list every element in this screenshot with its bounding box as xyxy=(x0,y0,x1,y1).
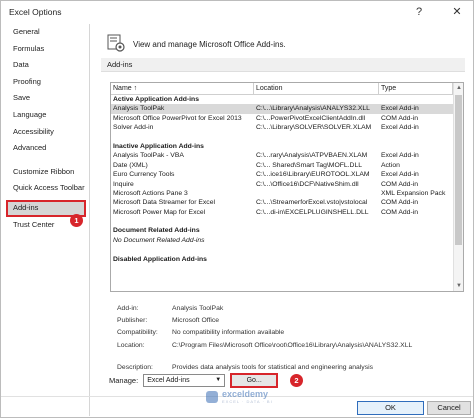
add-ins-table: Name ↑ Location Type Active Application … xyxy=(110,82,464,292)
close-icon[interactable]: ✕ xyxy=(451,5,463,19)
go-button[interactable]: Go... xyxy=(230,373,279,388)
table-row[interactable]: Microsoft Office PowerPivot for Excel 20… xyxy=(111,114,463,123)
header-text: View and manage Microsoft Office Add-ins… xyxy=(133,39,286,49)
title-bar: Excel Options ? ✕ xyxy=(1,1,473,23)
table-row[interactable]: Analysis ToolPak C:\...\Library\Analysis… xyxy=(111,104,463,114)
group-inactive: Inactive Application Add-ins xyxy=(113,142,204,150)
detail-value-compatibility: No compatibility information available xyxy=(172,329,285,337)
table-row[interactable]: Inquire C:\...\Office16\DCF\NativeShim.d… xyxy=(111,180,463,189)
list-item: No Document Related Add-ins xyxy=(113,236,205,244)
column-name[interactable]: Name ↑ xyxy=(111,83,254,94)
ok-button[interactable]: OK xyxy=(357,401,424,415)
table-header: Name ↑ Location Type xyxy=(111,83,463,95)
watermark-name: exceldemy xyxy=(222,389,269,399)
scroll-thumb[interactable] xyxy=(455,95,462,245)
detail-value-publisher: Microsoft Office xyxy=(172,317,220,325)
watermark-tagline: EXCEL · DATA · BI xyxy=(222,399,273,404)
add-in-details: Add-in: Analysis ToolPak Publisher: Micros… xyxy=(117,303,457,374)
table-row[interactable]: Microsoft Data Streamer for Excel C:\...… xyxy=(111,198,463,207)
chevron-down-icon: ▼ xyxy=(215,377,222,383)
cancel-button[interactable]: Cancel xyxy=(427,401,471,415)
sidebar-item-language[interactable]: Language xyxy=(3,107,89,124)
detail-label-publisher: Publisher: xyxy=(117,317,148,325)
manage-label: Manage: xyxy=(109,376,139,385)
manage-select[interactable]: Excel Add-ins ▼ xyxy=(143,374,226,387)
help-icon[interactable]: ? xyxy=(413,5,425,19)
sidebar-item-accessibility[interactable]: Accessibility xyxy=(3,124,89,141)
manage-row: Manage: Excel Add-ins ▼ Go... xyxy=(109,373,279,388)
group-active: Active Application Add-ins xyxy=(113,96,199,103)
table-row[interactable]: Analysis ToolPak - VBA C:\...rary\Analys… xyxy=(111,151,463,160)
step-badge-2: 2 xyxy=(290,374,303,387)
table-row[interactable]: Date (XML) C:\... Shared\Smart Tag\MOFL.… xyxy=(111,161,463,170)
detail-label-location: Location: xyxy=(117,341,145,349)
exceldemy-watermark: exceldemy EXCEL · DATA · BI xyxy=(206,389,273,404)
sidebar-item-quick-access-toolbar[interactable]: Quick Access Toolbar xyxy=(3,180,89,197)
detail-value-add-in: Analysis ToolPak xyxy=(172,305,224,312)
sidebar-item-save[interactable]: Save xyxy=(3,90,89,107)
section-title: Add-ins xyxy=(101,58,465,72)
column-type[interactable]: Type xyxy=(379,83,453,94)
detail-label-add-in: Add-in: xyxy=(117,305,139,312)
table-row[interactable]: Microsoft Actions Pane 3 XML Expansion P… xyxy=(111,189,463,198)
sidebar-item-advanced[interactable]: Advanced xyxy=(3,140,89,157)
add-ins-panel: View and manage Microsoft Office Add-ins… xyxy=(101,24,467,394)
sidebar-item-proofing[interactable]: Proofing xyxy=(3,74,89,91)
add-ins-icon xyxy=(107,34,125,54)
excel-options-dialog: Excel Options ? ✕ General Formulas Data … xyxy=(0,0,474,418)
column-location[interactable]: Location xyxy=(254,83,379,94)
exceldemy-logo-icon xyxy=(206,390,218,403)
dialog-title: Excel Options xyxy=(9,7,62,17)
table-row[interactable]: Solver Add-in C:\...\Library\SOLVER\SOLV… xyxy=(111,123,463,132)
group-document: Document Related Add-ins xyxy=(113,227,200,235)
table-row[interactable]: Euro Currency Tools C:\...ice16\Library\… xyxy=(111,170,463,179)
sidebar-item-formulas[interactable]: Formulas xyxy=(3,41,89,58)
scroll-down-icon[interactable]: ▼ xyxy=(454,281,463,291)
detail-label-compatibility: Compatibility: xyxy=(117,329,158,337)
sidebar-item-customize-ribbon[interactable]: Customize Ribbon xyxy=(3,164,89,181)
step-badge-1: 1 xyxy=(70,214,83,227)
scroll-up-icon[interactable]: ▲ xyxy=(454,83,463,93)
sidebar-item-data[interactable]: Data xyxy=(3,57,89,74)
table-scrollbar[interactable]: ▲ ▼ xyxy=(453,83,463,291)
group-disabled: Disabled Application Add-ins xyxy=(113,255,207,263)
sidebar-item-general[interactable]: General xyxy=(3,24,89,41)
detail-value-location: C:\Program Files\Microsoft Office\root\O… xyxy=(172,341,413,349)
table-row[interactable]: Microsoft Power Map for Excel C:\...di-i… xyxy=(111,208,463,217)
